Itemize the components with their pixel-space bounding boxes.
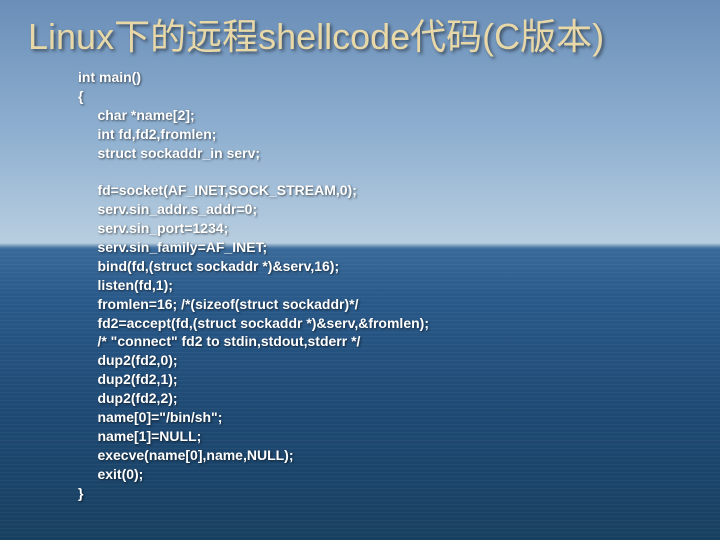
code-block: int main() { char *name[2]; int fd,fd2,f… <box>78 68 692 502</box>
slide: Linux下的远程shellcode代码(C版本) int main() { c… <box>0 0 720 502</box>
slide-title: Linux下的远程shellcode代码(C版本) <box>28 8 692 60</box>
